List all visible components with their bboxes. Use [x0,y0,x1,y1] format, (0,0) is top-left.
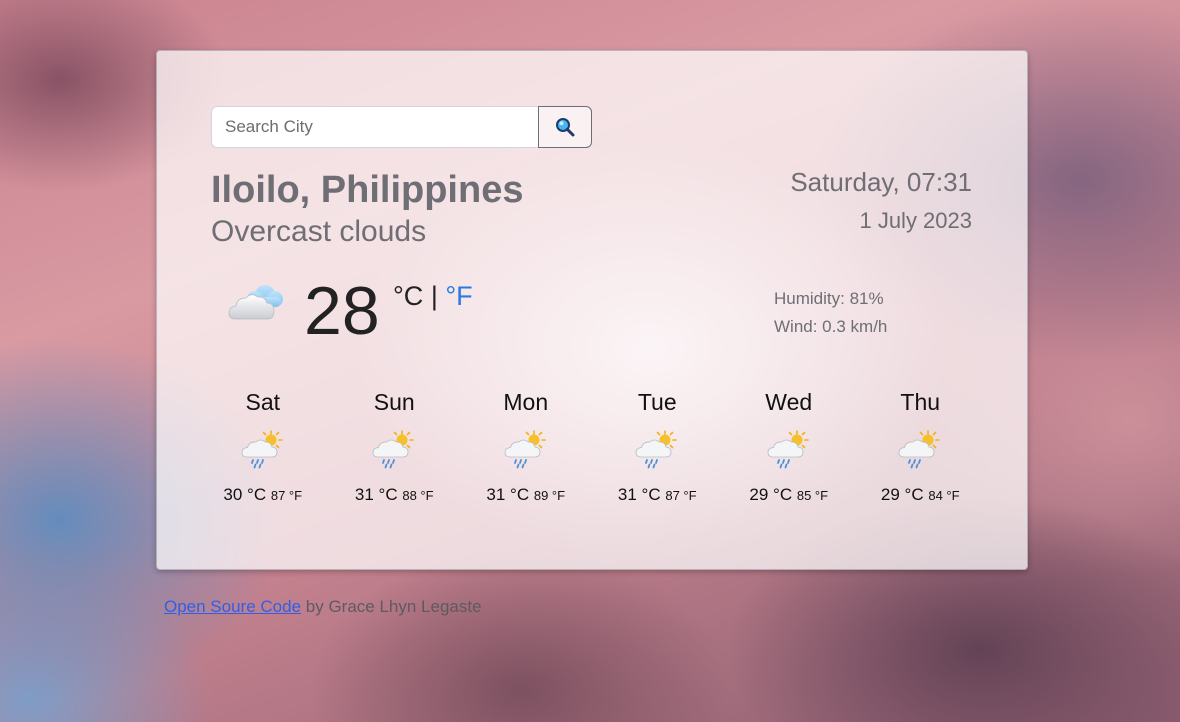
search-form [211,106,592,148]
forecast-day-name: Thu [900,389,941,415]
forecast-day: Thu 29 °C 84 °F [855,389,987,505]
sun-cloud-rain-icon [592,429,724,477]
forecast-temp-f: 88 °F [402,488,434,503]
weather-description: Overcast clouds [211,215,427,248]
search-button[interactable] [538,106,592,148]
forecast-day-name: Wed [765,389,813,415]
forecast-day: Tue 31 °C 87 °F [592,389,724,505]
search-input[interactable] [211,106,538,148]
fahrenheit-link[interactable]: °F [445,281,472,311]
forecast-temp-c: 31 °C [486,485,530,504]
forecast-temperatures: 31 °C 88 °F [329,485,461,505]
source-code-link[interactable]: Open Soure Code [164,597,301,616]
forecast-temp-f: 84 °F [928,488,960,503]
current-day-time: Saturday, 07:31 [790,167,972,197]
footer-credit: by Grace Lhyn Legaste [301,597,482,616]
forecast-temp-c: 29 °C [880,485,924,504]
unit-separator: | [430,281,438,311]
forecast-temp-c: 30 °C [223,485,267,504]
forecast-day-name: Sat [245,389,281,415]
weather-card: Iloilo, Philippines Overcast clouds Satu… [156,50,1028,570]
cloud-icon [227,279,287,328]
forecast-temp-f: 85 °F [796,488,829,503]
celsius-unit[interactable]: °C [393,281,423,311]
forecast-day: Sun 31 °C 88 °F [329,389,461,505]
unit-toggle: °C | °F [393,281,473,312]
wind-speed: Wind: 0.3 km/h [774,317,888,336]
city-name: Iloilo, Philippines [211,169,524,211]
humidity: Humidity: 81% [774,289,884,308]
sun-cloud-rain-icon [197,429,329,477]
forecast-temperatures: 31 °C 87 °F [592,485,724,505]
forecast-day: Sat 30 °C 87 °F [197,389,329,505]
forecast-temperatures: 29 °C 85 °F [723,485,855,505]
forecast-temp-c: 29 °C [749,485,793,504]
forecast-temperatures: 31 °C 89 °F [460,485,592,505]
forecast-temp-f: 87 °F [270,488,303,503]
sun-cloud-rain-icon [855,429,987,477]
current-date: 1 July 2023 [859,208,972,233]
forecast-day-name: Tue [637,389,677,415]
forecast-temperatures: 30 °C 87 °F [197,485,329,505]
forecast-temperatures: 29 °C 84 °F [855,485,987,505]
sun-cloud-rain-icon [329,429,461,477]
forecast-day-name: Sun [373,389,415,415]
weather-details: Humidity: 81% Wind: 0.3 km/h [774,285,887,341]
sun-cloud-rain-icon [460,429,592,477]
current-temperature: 28 [304,273,380,349]
forecast-row: Sat 30 °C 87 °F Sun 31 °C 88 °F Mon 31 °… [197,389,986,505]
forecast-temp-c: 31 °C [617,485,661,504]
forecast-temp-f: 89 °F [533,488,566,503]
forecast-day: Mon 31 °C 89 °F [460,389,592,505]
forecast-day-name: Mon [503,389,549,415]
search-icon [556,118,575,137]
forecast-day: Wed 29 °C 85 °F [723,389,855,505]
forecast-temp-c: 31 °C [354,485,398,504]
forecast-temp-f: 87 °F [665,488,697,503]
footer: Open Soure Code by Grace Lhyn Legaste [164,597,482,617]
sun-cloud-rain-icon [723,429,855,477]
